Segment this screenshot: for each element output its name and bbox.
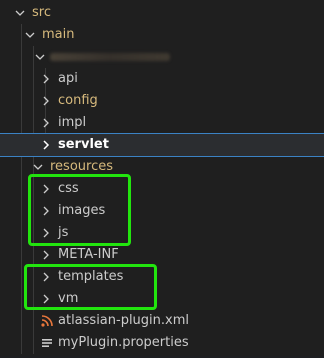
chevron-down-icon[interactable] (34, 46, 46, 68)
chevron-right-icon[interactable] (40, 90, 52, 112)
tree-item-label: config (58, 93, 98, 108)
chevron-right-icon[interactable] (40, 134, 52, 156)
tree-item-label: servlet (58, 137, 109, 152)
tree-item-impl[interactable]: impl (0, 112, 324, 134)
highlight-box-static-folders (28, 174, 131, 246)
highlight-box-template-folders (24, 264, 157, 310)
tree-item-servlet[interactable]: servlet (0, 133, 324, 157)
tree-item-meta-inf[interactable]: META-INF (0, 244, 324, 266)
tree-item-label: META-INF (58, 247, 119, 262)
tree-item-src[interactable]: src (0, 2, 324, 24)
tree-item-package[interactable] (0, 46, 324, 68)
chevron-right-icon[interactable] (40, 244, 52, 266)
tree-item-api[interactable]: api (0, 68, 324, 90)
tree-item-main[interactable]: main (0, 24, 324, 46)
chevron-down-icon[interactable] (14, 2, 26, 24)
tree-item-label: main (42, 27, 75, 42)
tree-item-label: atlassian-plugin.xml (58, 313, 190, 328)
lines-icon (40, 336, 54, 350)
chevron-down-icon[interactable] (24, 24, 36, 46)
tree-item-label: impl (58, 115, 87, 130)
redacted-label (50, 53, 170, 61)
rss-icon (40, 314, 54, 328)
tree-item-label: src (32, 5, 51, 20)
chevron-right-icon[interactable] (40, 68, 52, 90)
tree-item-label: api (58, 71, 78, 86)
chevron-right-icon[interactable] (40, 112, 52, 134)
tree-item-label: myPlugin.properties (58, 335, 189, 350)
tree-item-atlassian-plugin-xml[interactable]: atlassian-plugin.xml (0, 310, 324, 332)
tree-item-config[interactable]: config (0, 90, 324, 112)
file-explorer-tree: src main api config impl servlet resourc… (0, 0, 324, 356)
tree-item-myplugin-properties[interactable]: myPlugin.properties (0, 332, 324, 354)
